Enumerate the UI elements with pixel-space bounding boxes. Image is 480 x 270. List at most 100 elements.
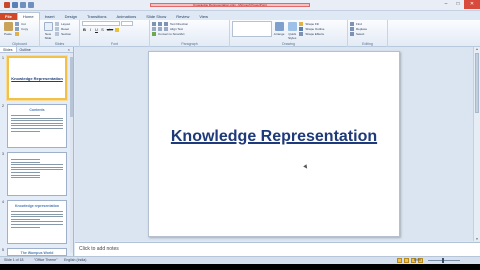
close-button[interactable]: ✕ [464,0,480,9]
shape-effects-button[interactable]: Shape Effects [299,31,324,36]
shadow-button[interactable]: S [100,27,105,32]
save-icon[interactable] [12,2,18,8]
theme-name: "Office Theme" [34,258,58,262]
notes-pane[interactable]: Click to add notes [75,242,480,256]
tab-slide-show[interactable]: Slide Show [141,13,171,20]
powerpoint-logo-icon [4,2,10,8]
slide-thumbnail[interactable] [7,152,67,196]
ribbon-tabs: File Home Insert Design Transitions Anim… [0,11,480,20]
paste-button[interactable]: Paste [2,21,14,38]
slide-sorter-icon[interactable] [404,258,409,263]
select-button[interactable]: Select [350,31,385,36]
slide-thumbnail[interactable]: The Wumpus World [7,248,67,256]
undo-icon[interactable] [20,2,26,8]
thumbnail-heading: Knowledge representation [15,204,59,208]
convert-smartart-button[interactable]: Convert to SmartArt [158,32,185,36]
italic-button[interactable]: I [88,27,93,32]
fill-bucket-icon [299,21,304,26]
arrange-button[interactable]: Arrange [273,21,285,38]
tab-review[interactable]: Review [171,13,194,20]
shape-outline-button[interactable]: Shape Outline [299,26,324,31]
normal-view-icon[interactable] [397,258,402,263]
tab-design[interactable]: Design [60,13,82,20]
tab-view[interactable]: View [194,13,213,20]
tab-animations[interactable]: Animations [111,13,141,20]
scissors-icon [15,21,20,26]
maximize-button[interactable]: □ [452,0,464,9]
window-title: Knowledge Representation.pptx - Microsof… [150,3,310,7]
window-controls: – □ ✕ [440,0,480,9]
font-name-box[interactable] [82,21,120,26]
redo-icon[interactable] [28,2,34,8]
slide-scrollbar-thumb[interactable] [475,53,479,113]
slide-thumbnail[interactable]: Knowledge Representation [7,56,67,100]
format-painter-button[interactable] [15,31,28,36]
underline-button[interactable]: U [94,27,99,32]
copy-icon [15,26,20,31]
bold-button[interactable]: B [82,27,87,32]
slide-scrollbar[interactable]: ▲ ▼ [473,47,480,241]
thumbnail-text-lines [11,159,63,180]
scroll-down-icon[interactable]: ▼ [475,237,479,241]
slide-editing-area: Knowledge Representation [75,47,473,241]
numbering-icon[interactable] [158,21,162,26]
panel-scrollbar-thumb[interactable] [70,57,73,117]
slide-canvas[interactable]: Knowledge Representation [148,51,400,237]
quick-styles-button[interactable]: Quick Styles [286,21,298,40]
paste-icon [3,22,13,31]
bullets-icon[interactable] [152,21,156,26]
status-bar: Slide 1 of 18 "Office Theme" English (In… [0,256,480,264]
smartart-row: Convert to SmartArt [152,31,227,36]
section-button[interactable]: Section [55,31,71,36]
effects-icon [299,31,304,36]
zoom-slider[interactable] [424,258,464,263]
tab-file[interactable]: File [0,13,17,20]
thumbnail-title: Knowledge Representation [11,76,63,81]
panel-scrollbar[interactable] [70,53,73,253]
layout-button[interactable]: Layout [55,21,71,26]
tab-slides[interactable]: Slides [0,47,17,52]
tab-outline[interactable]: Outline [17,47,34,52]
scroll-up-icon[interactable]: ▲ [475,47,479,51]
new-slide-icon [43,22,53,31]
font-color-icon[interactable] [115,28,119,32]
font-size-box[interactable] [121,21,134,26]
group-drawing: Arrange Quick Styles Shape Fill Shape Ou… [230,20,348,47]
tab-home[interactable]: Home [16,12,40,20]
copy-button[interactable]: Copy [15,26,28,31]
quick-access-toolbar [4,2,34,8]
language-indicator[interactable]: English (India) [64,258,86,262]
text-direction-button[interactable]: Text Direction [170,22,188,26]
slide-thumbnail[interactable]: Contents [7,104,67,148]
group-font: B I U S abc Font [80,20,150,47]
zoom-level[interactable]: 69% [414,258,421,262]
align-text-button[interactable]: Align Text [170,27,183,31]
align-left-icon[interactable] [152,26,156,31]
zoom-slider-knob[interactable] [442,258,444,263]
arrange-icon [274,22,284,31]
mouse-cursor-icon [303,164,309,170]
minimize-button[interactable]: – [440,0,452,9]
quick-styles-icon [287,22,297,31]
panel-close-button[interactable]: × [68,47,73,52]
indent-icon[interactable] [164,21,168,26]
strikethrough-button[interactable]: abc [106,27,114,32]
panel-tabs: Slides Outline × [0,47,73,53]
slide-thumbnail[interactable]: Knowledge representation [7,200,67,244]
notes-placeholder: Click to add notes [79,246,119,252]
slide-title[interactable]: Knowledge Representation [149,128,399,146]
tab-transitions[interactable]: Transitions [82,13,111,20]
title-bar: Knowledge Representation.pptx - Microsof… [0,0,480,11]
group-paragraph: Text Direction Align Text Convert to Sma… [150,20,230,47]
tab-insert[interactable]: Insert [40,13,60,20]
group-clipboard: Paste Cut Copy Clipboard [0,20,40,47]
reset-button[interactable]: Reset [55,26,71,31]
outline-pen-icon [299,26,304,31]
align-right-icon[interactable] [164,26,168,31]
new-slide-button[interactable]: New Slide [42,21,54,40]
shapes-gallery[interactable] [232,21,272,37]
align-center-icon[interactable] [158,26,162,31]
slide-count: Slide 1 of 18 [4,258,24,262]
section-icon [55,31,60,36]
slide-number: 5 [2,248,4,252]
